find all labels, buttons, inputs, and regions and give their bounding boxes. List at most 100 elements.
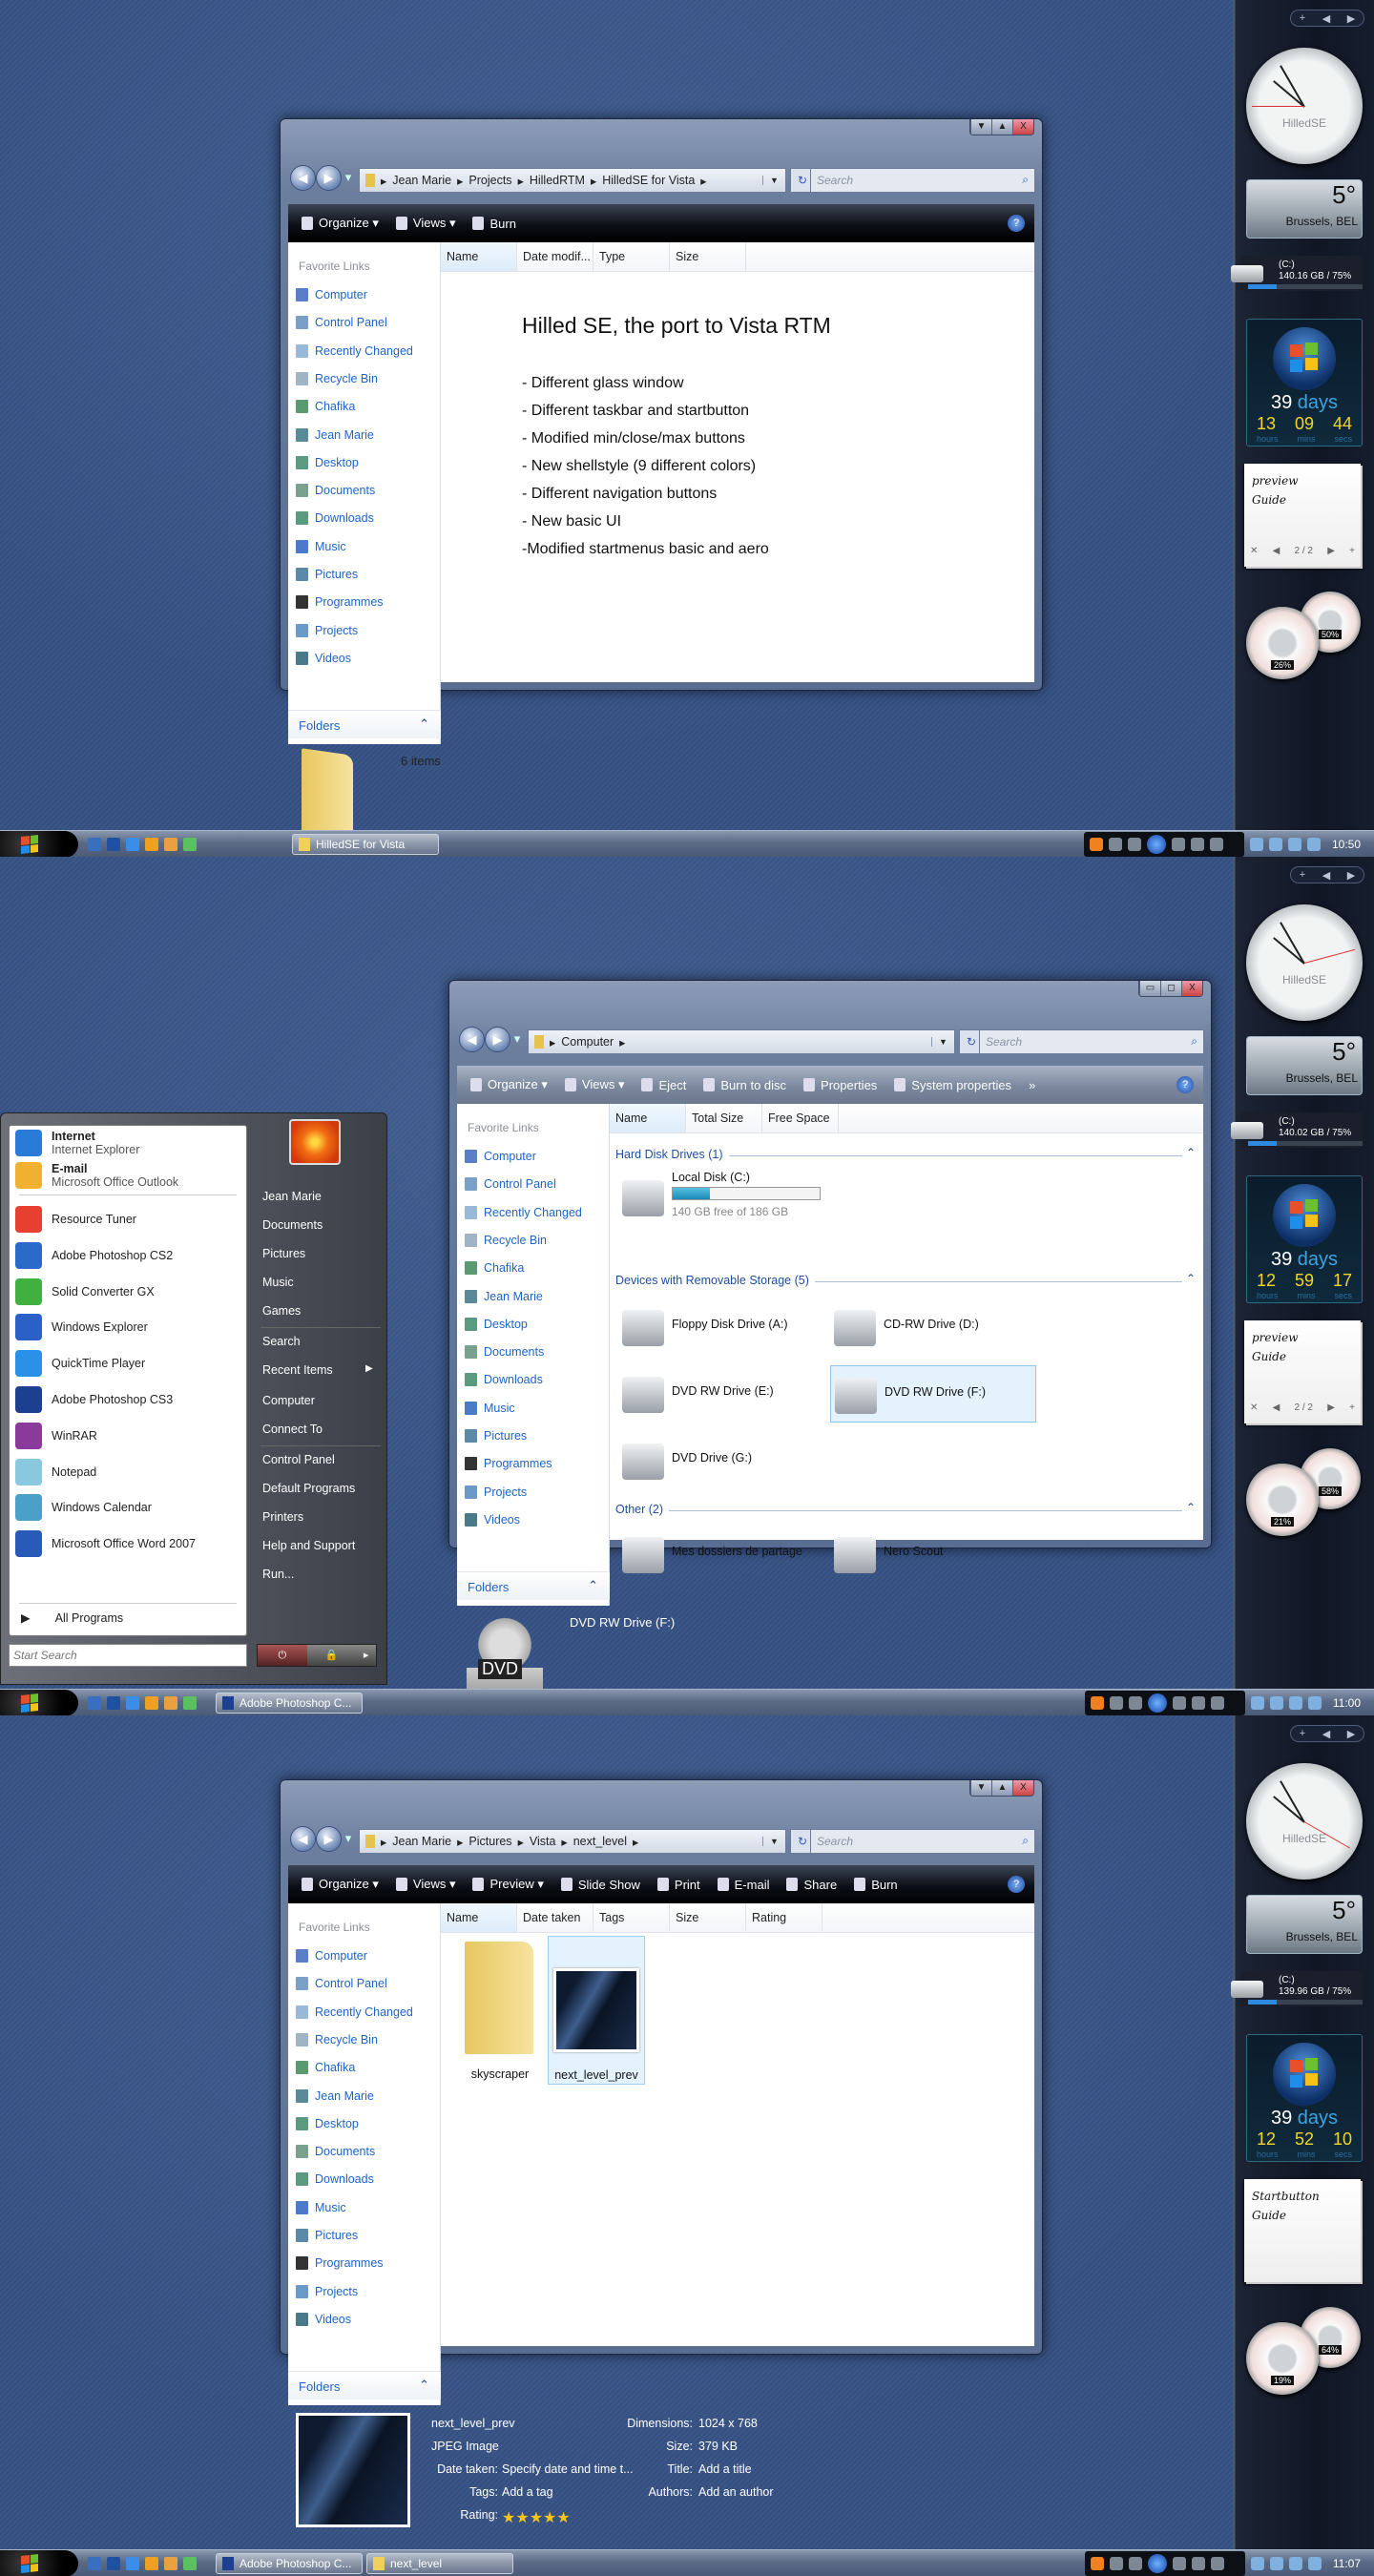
place-printers[interactable]: Printers	[262, 1510, 303, 1524]
nav-link-downloads[interactable]: Downloads	[296, 2172, 374, 2187]
toolbar-button[interactable]: Preview ▾	[472, 1877, 544, 1892]
column-header[interactable]: Name	[441, 1903, 517, 1932]
toolbar-button[interactable]: Organize ▾	[302, 216, 379, 231]
add-note-icon[interactable]: +	[1349, 1399, 1355, 1418]
start-button[interactable]	[0, 2549, 78, 2576]
toolbar-button[interactable]: Slide Show	[560, 1878, 640, 1892]
outlook-icon[interactable]	[164, 2556, 177, 2570]
program-item[interactable]: WinRAR	[15, 1422, 97, 1449]
breadcrumb-item[interactable]: HilledSE for Vista	[602, 174, 695, 187]
nav-link-downloads[interactable]: Downloads	[296, 511, 374, 526]
taskbar-button[interactable]: Adobe Photoshop C...	[216, 2552, 363, 2574]
toolbar-button[interactable]: Views ▾	[564, 1077, 624, 1092]
start-button[interactable]	[0, 1689, 78, 1715]
nav-link-recycle-bin[interactable]: Recycle Bin	[465, 1233, 547, 1247]
forward-button[interactable]: ▶	[485, 1027, 510, 1052]
show-desktop-icon[interactable]	[88, 2556, 101, 2570]
column-header[interactable]: Date modif...	[517, 242, 593, 271]
maximize-button[interactable]: ▲	[991, 119, 1012, 135]
toolbar-button[interactable]: E-mail	[717, 1878, 769, 1892]
nav-link-projects[interactable]: Projects	[465, 1485, 527, 1499]
program-item[interactable]: Windows Explorer	[15, 1314, 148, 1341]
drive-item[interactable]: DVD RW Drive (F:)	[830, 1365, 1036, 1423]
toolbar-button[interactable]: Eject	[641, 1078, 686, 1092]
toolbar-button[interactable]: Burn	[472, 217, 516, 231]
recent-pages-button[interactable]: ▾	[510, 1027, 524, 1052]
user-picture[interactable]	[289, 1119, 341, 1165]
volume-icon[interactable]	[1307, 1695, 1322, 1710]
place-connect-to[interactable]: Connect To	[262, 1423, 323, 1436]
next-note-icon[interactable]: ▶	[1327, 1399, 1335, 1418]
internet-explorer-icon[interactable]	[126, 2556, 139, 2570]
place-jean-marie[interactable]: Jean Marie	[262, 1190, 322, 1203]
nav-link-projects[interactable]: Projects	[296, 623, 358, 637]
drive-meter-gadget[interactable]: (C:) 140.02 GB / 75%	[1231, 1112, 1363, 1148]
collapse-group-icon[interactable]: ⌃	[1186, 1272, 1196, 1285]
previous-track-button[interactable]	[1128, 1695, 1142, 1710]
breadcrumb-item[interactable]: Vista	[530, 1835, 556, 1848]
breadcrumb-item[interactable]: next_level	[573, 1835, 627, 1848]
place-music[interactable]: Music	[262, 1276, 294, 1289]
drive-item[interactable]: Floppy Disk Drive (A:)	[618, 1298, 824, 1356]
column-header[interactable]: Rating	[746, 1903, 822, 1932]
drive-item[interactable]: Local Disk (C:) 140 GB free of 186 GB	[618, 1169, 866, 1226]
group-header[interactable]: Other (2)	[615, 1503, 670, 1516]
maximize-button[interactable]: ◻	[1160, 981, 1181, 996]
nav-link-control-panel[interactable]: Control Panel	[465, 1177, 556, 1192]
toolbar-button[interactable]: »	[1029, 1078, 1035, 1092]
notes-gadget[interactable]: preview Guide ✕ ◀ 2 / 2 ▶ +	[1244, 1320, 1361, 1423]
countdown-gadget[interactable]: 39 days 12 52 10 hours mins secs	[1246, 2034, 1363, 2162]
nav-link-programmes[interactable]: Programmes	[296, 2256, 384, 2271]
column-header[interactable]: Tags	[593, 1903, 670, 1932]
nav-link-desktop[interactable]: Desktop	[296, 2116, 359, 2130]
nav-link-jean-marie[interactable]: Jean Marie	[296, 427, 374, 442]
nav-link-videos[interactable]: Videos	[296, 651, 351, 665]
breadcrumb-separator[interactable]: ▸	[518, 174, 524, 188]
forward-button[interactable]: ▶	[316, 1826, 342, 1852]
nav-link-pictures[interactable]: Pictures	[296, 2229, 358, 2242]
program-item[interactable]: Notepad	[15, 1458, 96, 1485]
detail-value[interactable]: Add a title	[698, 2462, 752, 2476]
column-header[interactable]: Size	[670, 1903, 746, 1932]
search-icon[interactable]: ⌕	[1191, 1034, 1197, 1049]
breadcrumb-separator[interactable]: ▸	[633, 1835, 638, 1849]
messenger-icon[interactable]	[183, 1695, 197, 1710]
switch-windows-icon[interactable]	[107, 1695, 120, 1710]
clock-tray-icon[interactable]	[1250, 2556, 1264, 2570]
address-dropdown-icon[interactable]: ▼	[762, 176, 785, 185]
internet-explorer-icon[interactable]	[126, 1695, 139, 1710]
previous-note-icon[interactable]: ◀	[1273, 1399, 1280, 1418]
minimize-button[interactable]: ▭	[1139, 981, 1160, 996]
forward-button[interactable]: ▶	[316, 165, 342, 191]
internet-explorer-icon[interactable]	[126, 837, 139, 851]
play-pause-button[interactable]	[1147, 1693, 1167, 1713]
program-item[interactable]: QuickTime Player	[15, 1350, 145, 1378]
place-search[interactable]: Search	[262, 1335, 301, 1348]
stop-button[interactable]	[1108, 837, 1122, 851]
nav-link-chafika[interactable]: Chafika	[296, 400, 355, 414]
group-header[interactable]: Devices with Removable Storage (5)	[615, 1274, 815, 1287]
address-dropdown-icon[interactable]: ▼	[931, 1037, 954, 1047]
group-header[interactable]: Hard Disk Drives (1)	[615, 1148, 729, 1161]
network-icon[interactable]	[1288, 1695, 1302, 1710]
shutdown-options-button[interactable]: ▸	[356, 1645, 377, 1666]
address-bar[interactable]: ▸ Jean Marie ▸ Pictures ▸ Vista ▸ next_level ▸ ▼	[359, 1829, 786, 1854]
place-recent-items[interactable]: Recent Items	[262, 1363, 333, 1377]
folders-toggle[interactable]: Folders ⌃	[288, 2371, 441, 2399]
breadcrumb-separator[interactable]: ▸	[700, 174, 706, 188]
drive-item[interactable]: CD-RW Drive (D:)	[830, 1298, 1036, 1356]
file-item[interactable]: skyscraper	[451, 1936, 549, 2085]
media-player-icon[interactable]	[145, 837, 158, 851]
weather-gadget[interactable]: 5° Brussels, BEL	[1246, 179, 1363, 239]
play-pause-button[interactable]	[1147, 2553, 1167, 2573]
column-header[interactable]: Type	[593, 242, 670, 271]
search-icon[interactable]: ⌕	[1022, 173, 1029, 187]
place-documents[interactable]: Documents	[262, 1218, 323, 1232]
place-computer[interactable]: Computer	[262, 1394, 315, 1407]
switch-windows-icon[interactable]	[107, 2556, 120, 2570]
nav-link-documents[interactable]: Documents	[296, 484, 375, 498]
nav-link-music[interactable]: Music	[465, 1401, 515, 1415]
nav-link-jean-marie[interactable]: Jean Marie	[296, 2088, 374, 2103]
file-item[interactable]: next_level_prev	[548, 1936, 645, 2085]
previous-gadget-button[interactable]: ◀	[1322, 869, 1330, 882]
